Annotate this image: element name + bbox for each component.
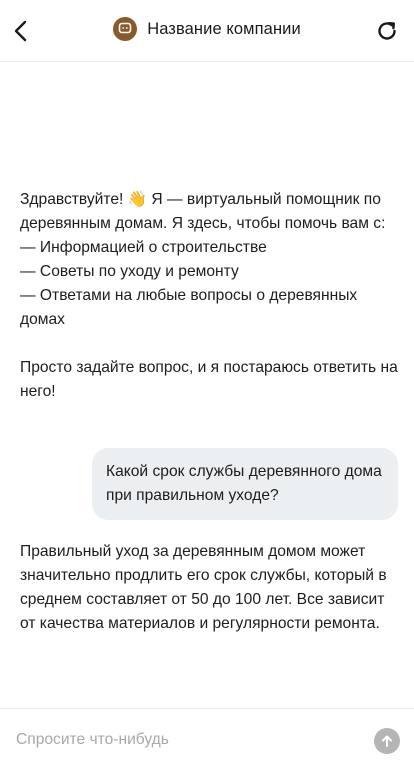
arrow-up-icon <box>382 735 392 747</box>
header-title-group: Название компании <box>0 17 414 41</box>
composer-bar <box>0 708 414 770</box>
chat-bubble-logo-icon <box>118 22 132 34</box>
company-logo <box>113 17 138 41</box>
chat-messages[interactable]: Здравствуйте! 👋 Я — виртуальный помощник… <box>0 62 414 708</box>
company-name: Название компании <box>147 19 301 38</box>
chat-header: Название компании <box>0 0 414 62</box>
user-message: Какой срок службы деревянного дома при п… <box>92 448 398 520</box>
refresh-button[interactable] <box>372 16 402 46</box>
bot-message: Здравствуйте! 👋 Я — виртуальный помощник… <box>20 191 398 400</box>
refresh-icon <box>378 22 396 40</box>
message-input[interactable] <box>16 723 356 757</box>
bot-message: Правильный уход за деревянным домом може… <box>20 543 387 632</box>
send-button[interactable] <box>374 728 400 754</box>
